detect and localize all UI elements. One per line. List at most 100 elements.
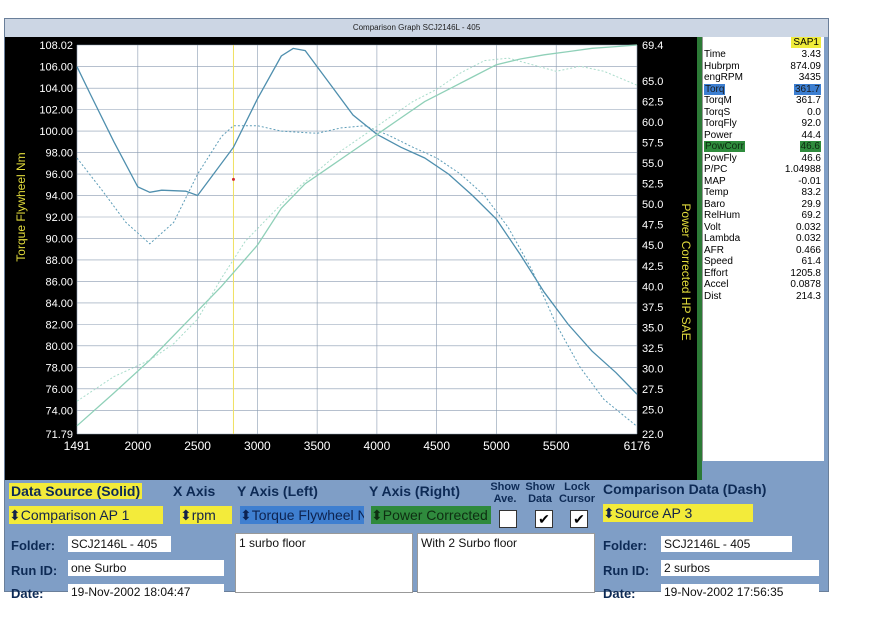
y-axis-left-heading: Y Axis (Left) xyxy=(237,483,318,499)
y-left-tick-label: 100.00 xyxy=(39,126,73,138)
readout-label: PowCorr xyxy=(704,141,745,152)
date-field[interactable]: 19-Nov-2002 17:56:35 xyxy=(661,584,819,600)
show-ave-label: Show Ave. xyxy=(490,481,520,505)
y-right-tick-label: 60.0 xyxy=(642,117,663,129)
run-id-field[interactable]: 2 surbos xyxy=(661,560,819,576)
comparison-chart[interactable]: 108.02 106.00 104.00 102.00 100.00 98.00 96.00… xyxy=(5,37,697,480)
x-tick-label: 3500 xyxy=(304,439,331,453)
y-right-tick-label: 57.5 xyxy=(642,138,663,150)
y-right-tick-label: 69.4 xyxy=(642,40,663,52)
x-tick-label: 1491 xyxy=(64,439,91,453)
x-tick-label: 5000 xyxy=(483,439,510,453)
comparison-source-value: Source AP 3 xyxy=(614,505,693,521)
readout-row: Effort 1205.8 xyxy=(703,268,824,280)
readout-label: AFR xyxy=(704,244,724,256)
readout-panel: SAP1 Time 3.43 Hubrpm 874.09 engRPM 3435 Torq 3… xyxy=(702,37,824,461)
folder-field[interactable]: SCJ2146L - 405 xyxy=(68,536,171,552)
comparison-graph-window: Comparison Graph SCJ2146L - 405 108.02 10… xyxy=(4,18,829,601)
readout-value: 361.7 xyxy=(793,83,821,95)
readout-value-text: 3435 xyxy=(798,72,821,83)
y-right-tick-label: 32.5 xyxy=(642,343,663,355)
data-source-value: Comparison AP 1 xyxy=(20,507,130,523)
run-id-label: Run ID: xyxy=(11,563,58,578)
control-panel: Data Source (Solid) X Axis Y Axis (Left)… xyxy=(5,480,828,601)
spinner-icon[interactable]: ⬍ xyxy=(180,507,192,523)
comparison-data-label: Comparison Data (Dash) xyxy=(603,481,767,497)
readout-label: Dist xyxy=(704,290,722,302)
y-left-tick-label: 88.00 xyxy=(45,255,73,267)
y-right-tick-label: 55.0 xyxy=(642,158,663,170)
y-left-tick-label: 102.00 xyxy=(39,105,73,117)
y-left-tick-label: 106.00 xyxy=(39,62,73,74)
readout-label: Lambda xyxy=(704,233,741,244)
checkmark-icon: ✔ xyxy=(573,511,585,527)
lock-cursor-checkbox[interactable]: ✔ xyxy=(570,510,588,528)
notes-solid[interactable]: 1 surbo floor xyxy=(235,533,413,593)
show-data-label: Show Data xyxy=(525,481,555,505)
readout-row: Speed 61.4 xyxy=(703,256,824,268)
folder-field[interactable]: SCJ2146L - 405 xyxy=(661,536,792,552)
x-axis-select[interactable]: ⬍rpm xyxy=(180,506,232,524)
readout-value-text: -0.01 xyxy=(798,175,821,187)
readout-value-text: 0.0878 xyxy=(790,279,821,290)
readout-label: TorqM xyxy=(704,95,732,106)
y-right-tick-label: 52.5 xyxy=(642,179,663,191)
readout-value: 1.04988 xyxy=(785,164,821,175)
readout-value: 92.0 xyxy=(802,118,821,129)
readout-source-badge: SAP1 xyxy=(791,37,821,48)
readout-value-text: 69.2 xyxy=(801,210,821,221)
readout-row: Temp 83.2 xyxy=(703,187,824,199)
readout-value: 3435 xyxy=(799,72,821,83)
readout-row: Torq 361.7 xyxy=(703,83,824,96)
y-right-tick-label: 35.0 xyxy=(642,322,663,334)
readout-value: 0.032 xyxy=(796,233,821,244)
readout-value-text: 0.032 xyxy=(795,221,821,233)
y-axis-right-label: Power Corrected HP SAE xyxy=(679,203,693,340)
readout-value: 361.7 xyxy=(796,95,821,106)
readout-row: Baro 29.9 xyxy=(703,199,824,211)
y-right-tick-label: 25.0 xyxy=(642,404,663,416)
readout-label: engRPM xyxy=(704,72,743,83)
x-tick-label: 5500 xyxy=(543,439,570,453)
spinner-icon[interactable]: ⬍ xyxy=(603,505,615,521)
readout-value-text: 0.0 xyxy=(807,106,821,118)
y-left-tick-label: 90.00 xyxy=(45,233,73,245)
spinner-icon[interactable]: ⬍ xyxy=(9,507,21,523)
y-right-tick-label: 50.0 xyxy=(642,199,663,211)
readout-label: MAP xyxy=(704,175,726,187)
comparison-source-select[interactable]: ⬍Source AP 3 xyxy=(603,504,753,522)
readout-label: TorqFly xyxy=(704,118,737,129)
readout-value-text: 83.2 xyxy=(801,187,821,198)
date-field[interactable]: 19-Nov-2002 18:04:47 xyxy=(68,584,224,600)
readout-row: TorqS 0.0 xyxy=(703,107,824,119)
spinner-icon[interactable]: ⬍ xyxy=(371,507,383,523)
readout-value-text: 874.09 xyxy=(790,60,821,72)
y-axis-left-value: Torque Flywheel Nm xyxy=(251,507,364,523)
lock-cursor-label: Lock Cursor xyxy=(558,481,596,505)
chart-svg[interactable]: 108.02 106.00 104.00 102.00 100.00 98.00 96.00… xyxy=(5,37,697,480)
readout-label: P/PC xyxy=(704,164,728,175)
y-left-tick-label: 104.00 xyxy=(39,83,73,95)
readout-header: SAP1 xyxy=(703,37,824,49)
show-data-checkbox[interactable]: ✔ xyxy=(535,510,553,528)
readout-value-text: 1205.8 xyxy=(790,267,821,279)
y-axis-left-select[interactable]: ⬍Torque Flywheel Nm xyxy=(240,506,364,524)
plot-area[interactable] xyxy=(77,45,637,434)
readout-value: 46.6 xyxy=(799,141,821,152)
y-right-tick-label: 30.0 xyxy=(642,363,663,375)
spinner-icon[interactable]: ⬍ xyxy=(240,507,252,523)
readout-label: TorqS xyxy=(704,106,731,118)
readout-label: Power xyxy=(704,129,733,141)
readout-value: 29.9 xyxy=(802,199,821,210)
y-right-tick-label: 42.5 xyxy=(642,261,663,273)
readout-value-text: 361.7 xyxy=(795,95,821,106)
y-axis-right-select[interactable]: ⬍Power Corrected HP SAE xyxy=(371,506,491,524)
readout-value: 0.0 xyxy=(807,107,821,118)
readout-value: 3.43 xyxy=(802,49,821,60)
data-source-select[interactable]: ⬍Comparison AP 1 xyxy=(9,506,163,524)
show-ave-checkbox[interactable] xyxy=(499,510,517,528)
notes-dash[interactable]: With 2 Surbo floor xyxy=(417,533,595,593)
y-left-tick-label: 96.00 xyxy=(45,169,73,181)
readout-value-text: 44.4 xyxy=(801,129,821,141)
run-id-field[interactable]: one Surbo xyxy=(68,560,224,576)
